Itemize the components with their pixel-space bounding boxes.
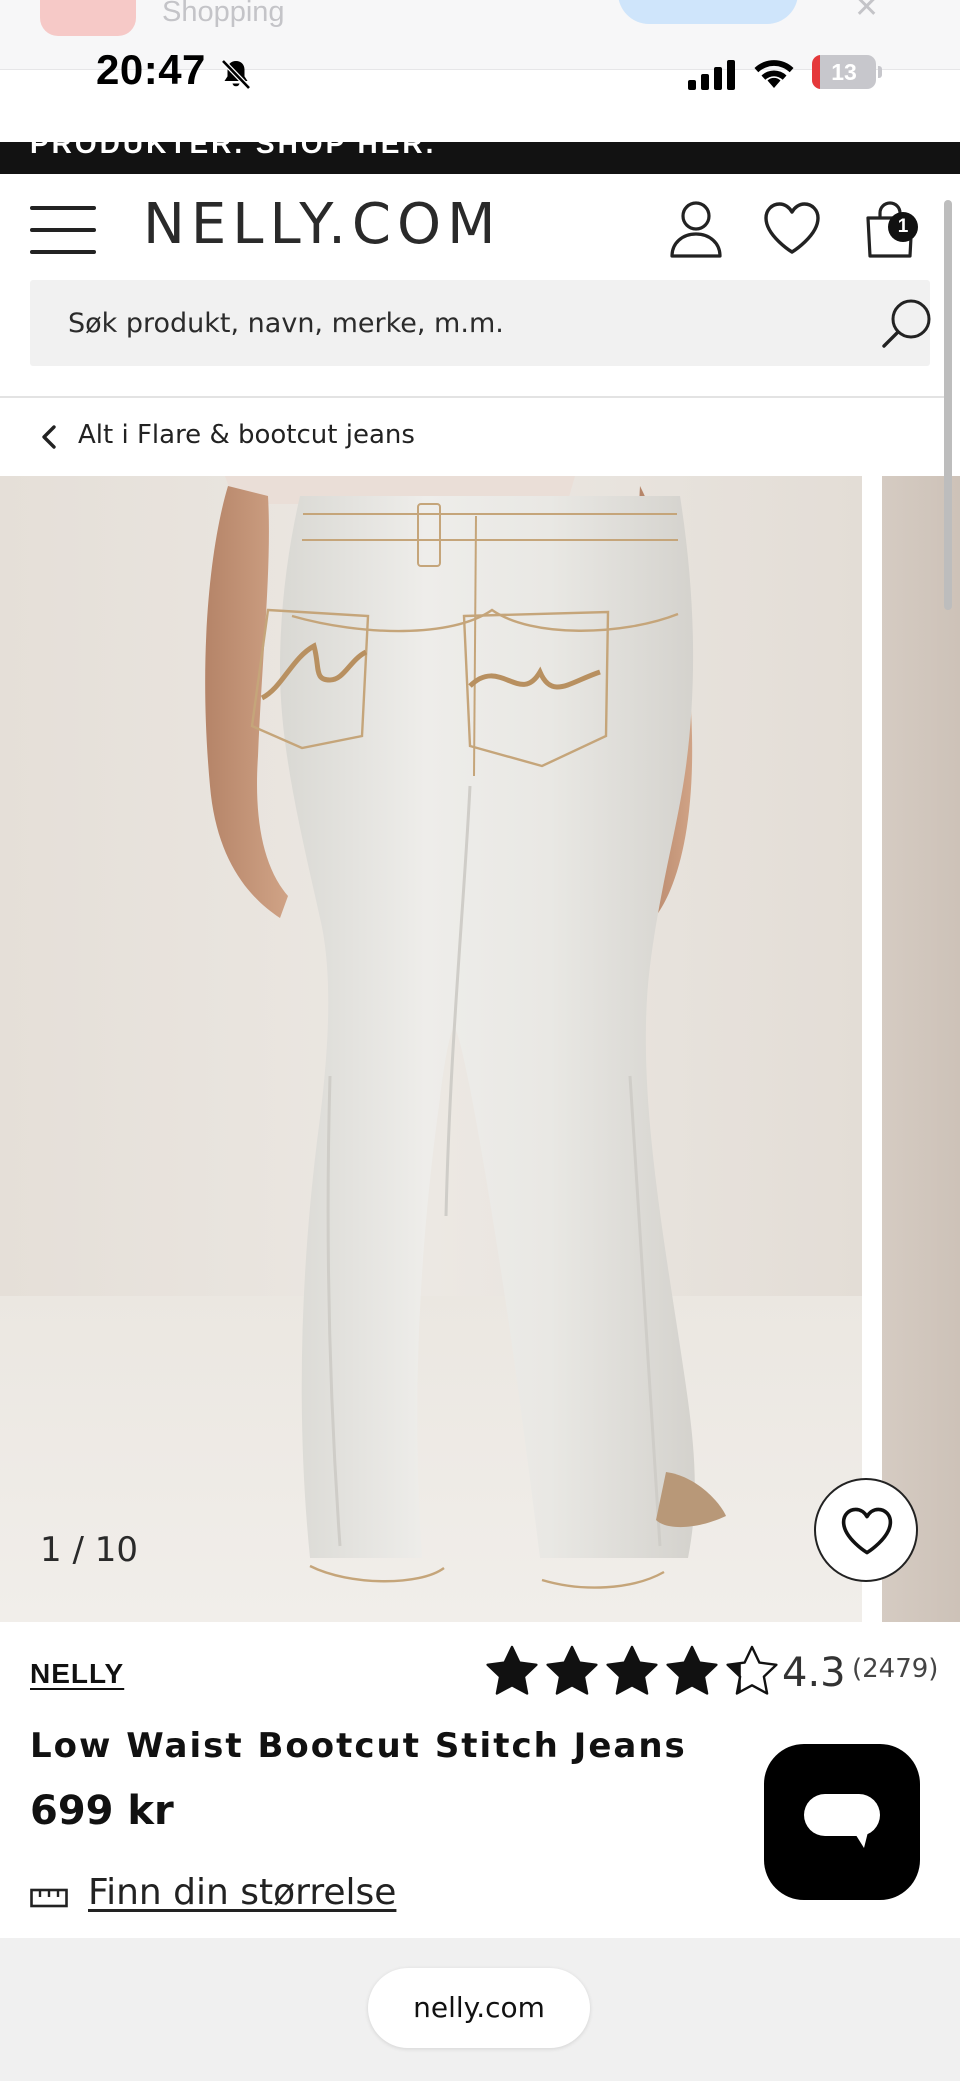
image-counter: 1 / 10 bbox=[40, 1530, 138, 1570]
product-image[interactable] bbox=[0, 476, 862, 1622]
star-icon bbox=[726, 1645, 778, 1695]
cart-count-badge: 1 bbox=[888, 212, 918, 242]
battery-level: 13 bbox=[831, 59, 857, 85]
breadcrumb-link[interactable]: Alt i Flare & bootcut jeans bbox=[78, 420, 415, 450]
star-icon bbox=[546, 1645, 598, 1695]
page-scrollbar[interactable] bbox=[944, 200, 952, 610]
heart-icon[interactable] bbox=[760, 196, 824, 260]
site-logo[interactable]: NELLY.COM bbox=[143, 192, 501, 257]
star-icon bbox=[666, 1645, 718, 1695]
next-product-image[interactable] bbox=[882, 476, 960, 1622]
star-icon bbox=[486, 1645, 538, 1695]
open-app-button[interactable] bbox=[618, 0, 798, 24]
app-title: Shopping bbox=[162, 0, 285, 28]
product-gallery[interactable]: 1 / 10 bbox=[0, 476, 960, 1622]
product-name: Low Waist Bootcut Stitch Jeans bbox=[30, 1726, 687, 1766]
chat-button[interactable] bbox=[764, 1744, 920, 1900]
search-icon[interactable] bbox=[878, 294, 938, 354]
brand-link[interactable]: NELLY bbox=[30, 1658, 124, 1690]
close-icon[interactable]: ✕ bbox=[854, 0, 879, 25]
battery-icon: 13 bbox=[812, 55, 882, 89]
chat-icon bbox=[804, 1794, 880, 1848]
chevron-left-icon[interactable] bbox=[40, 424, 58, 450]
review-count[interactable]: (2479) bbox=[852, 1654, 938, 1684]
status-bar: 20:47 13 bbox=[0, 40, 960, 104]
wifi-icon bbox=[754, 60, 794, 88]
menu-icon[interactable] bbox=[30, 204, 96, 256]
size-guide-link[interactable]: Finn din størrelse bbox=[88, 1872, 396, 1913]
promo-text: PRODUKTER. SHOP HER. bbox=[30, 142, 437, 159]
search-bar bbox=[30, 280, 931, 366]
app-icon bbox=[40, 0, 136, 36]
star-icon bbox=[606, 1645, 658, 1695]
browser-bottom-bar: nelly.com bbox=[0, 1938, 960, 2081]
signal-icon bbox=[688, 60, 735, 90]
breadcrumb: Alt i Flare & bootcut jeans bbox=[0, 398, 944, 476]
product-price: 699 kr bbox=[30, 1788, 174, 1834]
user-icon[interactable] bbox=[664, 196, 728, 260]
heart-icon bbox=[841, 1507, 893, 1555]
promo-banner[interactable]: PRODUKTER. SHOP HER. bbox=[0, 142, 960, 174]
add-to-wishlist-button[interactable] bbox=[814, 1478, 918, 1582]
rating-value: 4.3 bbox=[782, 1650, 846, 1696]
address-bar[interactable]: nelly.com bbox=[368, 1968, 590, 2048]
bell-slash-icon bbox=[221, 59, 251, 90]
status-time: 20:47 bbox=[96, 46, 206, 93]
search-input[interactable] bbox=[30, 280, 850, 366]
ruler-icon bbox=[30, 1888, 68, 1908]
